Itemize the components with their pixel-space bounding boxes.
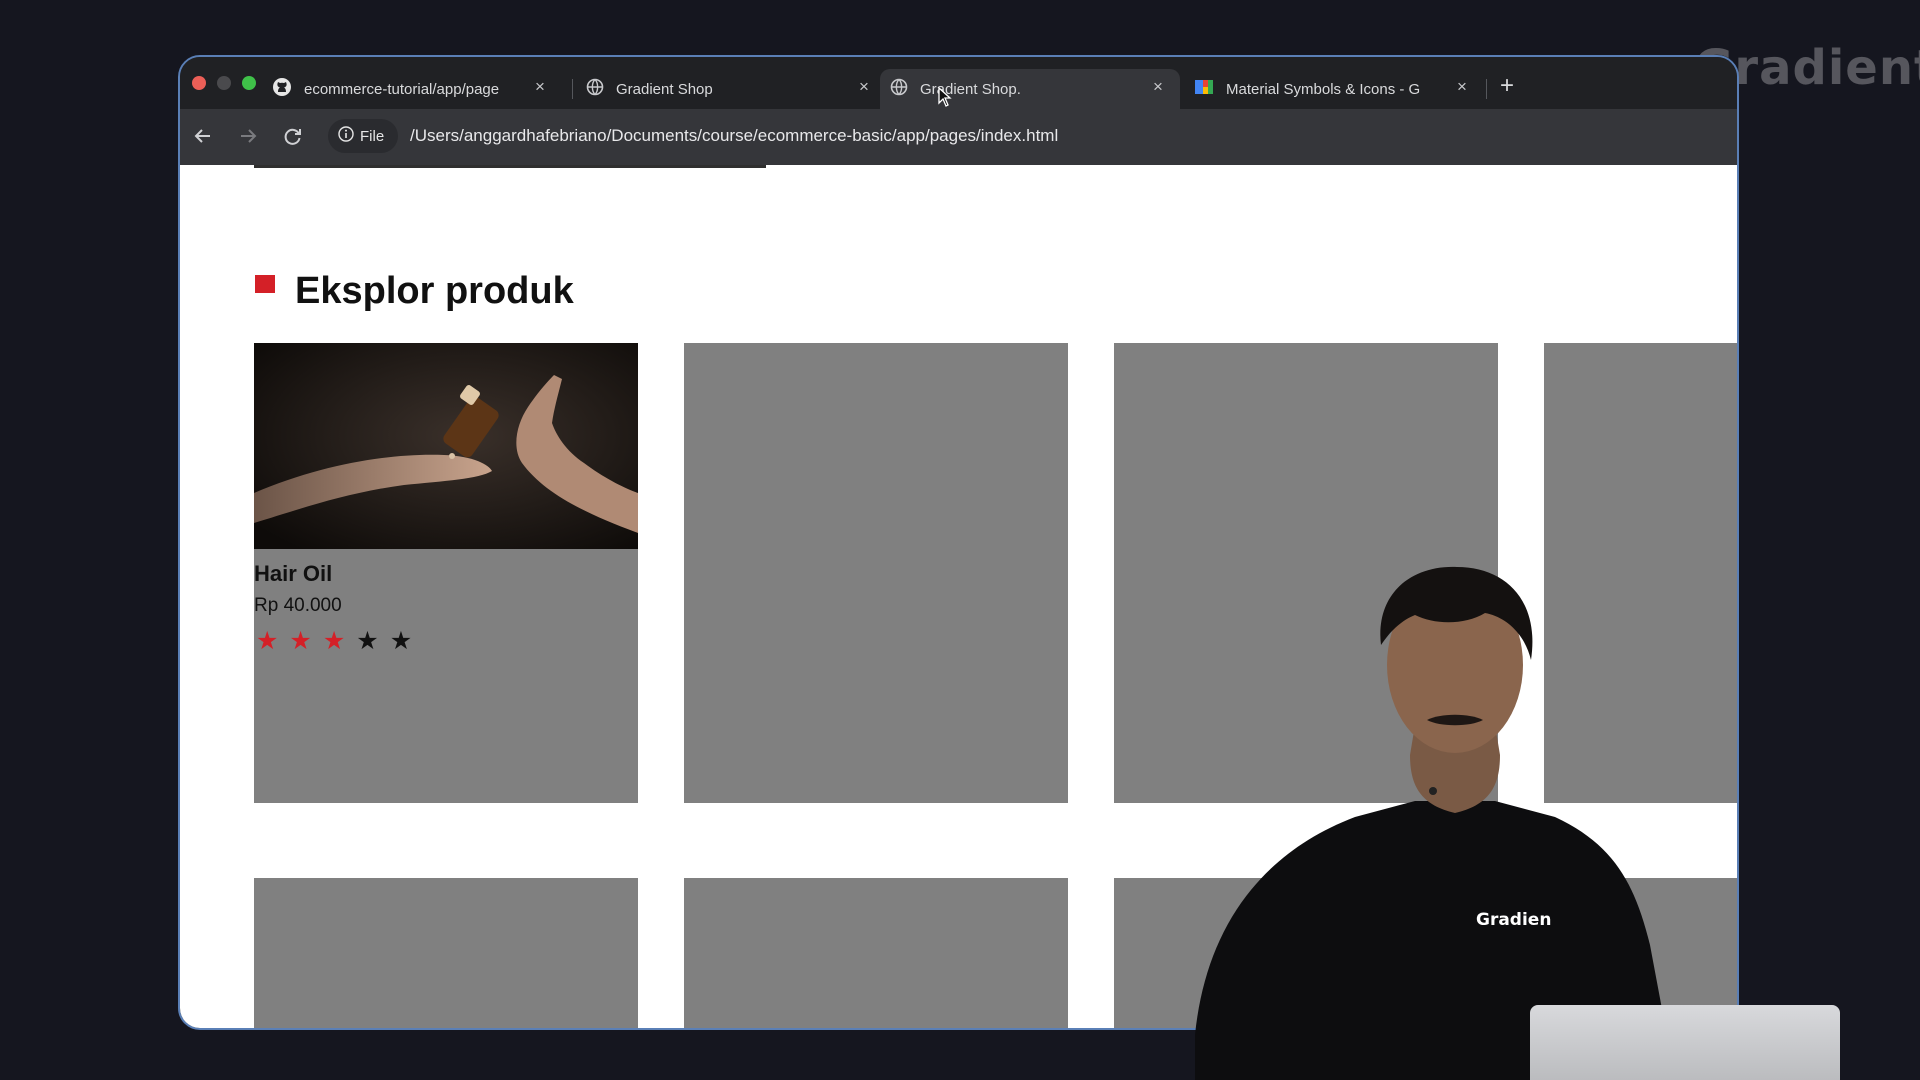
header-bottom-edge	[254, 165, 766, 168]
security-label: File	[360, 127, 385, 145]
product-card[interactable]	[684, 343, 1068, 803]
close-tab-icon[interactable]: ×	[1452, 77, 1472, 97]
section-title: Eksplor produk	[295, 270, 574, 312]
star-filled-icon: ★	[289, 627, 312, 655]
product-rating: ★ ★ ★ ★ ★	[256, 627, 412, 655]
site-info-button[interactable]: File	[328, 119, 398, 153]
product-name: Hair Oil	[254, 561, 333, 586]
tab-gradient-shop[interactable]: Gradient Shop ×	[586, 69, 886, 109]
github-icon	[272, 77, 292, 101]
product-card[interactable]	[254, 878, 638, 1028]
shirt-logo-text: Gradien	[1476, 910, 1552, 930]
star-empty-icon: ★	[389, 627, 413, 655]
tab-label: Gradient Shop	[616, 80, 713, 98]
address-bar-url[interactable]: /Users/anggardhafebriano/Documents/cours…	[410, 126, 1058, 146]
close-tab-icon[interactable]: ×	[854, 77, 874, 97]
tab-bar: ecommerce-tutorial/app/page × Gradient S…	[180, 57, 1737, 109]
tab-label: ecommerce-tutorial/app/page	[304, 80, 500, 98]
presenter-laptop	[1530, 1005, 1840, 1080]
material-icon	[1194, 78, 1214, 100]
maximize-window-button[interactable]	[242, 76, 256, 90]
tab-divider	[1486, 79, 1487, 99]
mouse-cursor-icon	[938, 86, 952, 111]
forward-arrow-icon[interactable]	[235, 123, 261, 149]
product-image	[254, 343, 638, 549]
section-accent-mark	[255, 275, 275, 293]
window-controls	[192, 76, 256, 90]
tab-gradient-shop-active[interactable]: Gradient Shop. ×	[880, 69, 1180, 109]
tab-label: Material Symbols & Icons - G	[1226, 80, 1421, 98]
star-filled-icon: ★	[256, 627, 279, 655]
browser-toolbar: File /Users/anggardhafebriano/Documents/…	[180, 109, 1737, 165]
close-tab-icon[interactable]: ×	[1148, 77, 1168, 97]
minimize-window-button[interactable]	[217, 76, 231, 90]
product-price: Rp 40.000	[254, 595, 342, 616]
reload-icon[interactable]	[280, 123, 306, 149]
tab-label: Gradient Shop.	[920, 80, 1021, 98]
presenter-video-overlay: Gradien	[1195, 555, 1715, 1080]
info-icon	[338, 126, 354, 146]
globe-icon	[586, 78, 604, 100]
back-arrow-icon[interactable]	[190, 123, 216, 149]
product-card[interactable]	[684, 878, 1068, 1028]
tab-github[interactable]: ecommerce-tutorial/app/page ×	[272, 69, 562, 109]
tab-material-symbols[interactable]: Material Symbols & Icons - G ×	[1194, 69, 1484, 109]
product-card[interactable]: Hair Oil Rp 40.000 ★ ★ ★ ★ ★	[254, 343, 638, 803]
close-tab-icon[interactable]: ×	[530, 77, 550, 97]
star-empty-icon: ★	[356, 627, 379, 655]
tab-divider	[572, 79, 573, 99]
close-window-button[interactable]	[192, 76, 206, 90]
globe-icon	[890, 78, 908, 100]
new-tab-button[interactable]: +	[1500, 72, 1514, 100]
star-filled-icon: ★	[322, 627, 346, 655]
